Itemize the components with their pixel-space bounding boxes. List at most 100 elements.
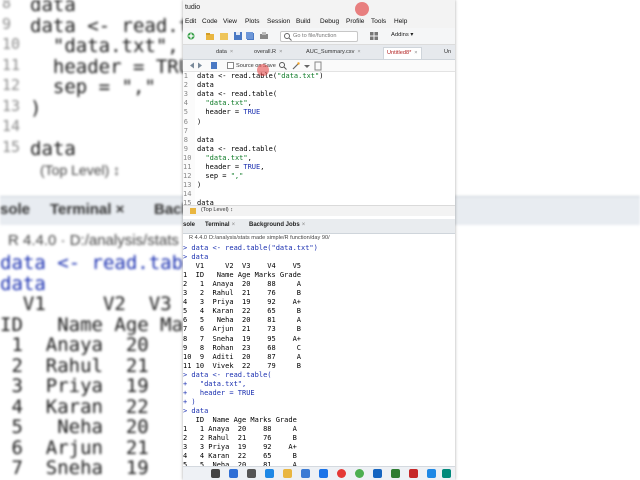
open-file-icon[interactable] — [219, 31, 229, 41]
taskbar-app-icon[interactable] — [301, 469, 310, 478]
menu-item-profile[interactable]: Profile — [346, 18, 364, 25]
taskbar-app-icon[interactable] — [337, 469, 346, 478]
console-line: 4 3 Priya 19 92 A+ — [183, 298, 302, 307]
console-tab[interactable]: Background Jobs × — [249, 222, 305, 228]
code-text: data — [197, 135, 214, 144]
code-text: "data.txt", — [205, 99, 252, 108]
search-replace-icon[interactable] — [278, 61, 288, 71]
dropdown-icon[interactable] — [303, 61, 311, 71]
console-line: + ) — [183, 397, 196, 406]
taskbar-app-icon[interactable] — [229, 469, 238, 478]
bg-code-line: data — [30, 137, 76, 160]
menu-item-tools[interactable]: Tools — [371, 18, 386, 25]
source-on-save-checkbox[interactable] — [227, 62, 234, 69]
save-icon[interactable] — [233, 31, 243, 41]
bg-line-number: 9 — [2, 14, 12, 33]
console-line: 1 ID Name Age Marks Grade — [183, 271, 302, 280]
bg-line-number: 14 — [2, 117, 21, 135]
console-line: ID Name Age Marks Grade — [183, 415, 297, 424]
taskbar-app-icon[interactable] — [247, 469, 256, 478]
window-title: tudio — [185, 4, 201, 11]
file-tab[interactable]: overall.R × — [251, 47, 286, 58]
working-directory[interactable]: D:/analysis/stats made simple/R function… — [209, 235, 330, 241]
code-editor[interactable]: 1 data <- read.table("data.txt") 2 data 3 dat… — [183, 72, 455, 207]
taskbar-app-icon[interactable] — [442, 469, 451, 478]
code-text: ) — [197, 181, 202, 190]
bg-console-line: data — [0, 272, 46, 295]
line-number: 5 — [183, 108, 188, 117]
console-line: 5 4 Karan 22 65 B — [183, 307, 302, 316]
r-console[interactable]: > data <- read.table("data.txt") > data V… — [183, 244, 455, 480]
r-version: R 4.4.0 — [189, 235, 208, 241]
console-tab[interactable]: sole — [183, 222, 195, 228]
bg-line-number: 12 — [2, 76, 21, 94]
editor-toolbar: Source on Save — [183, 60, 455, 72]
line-number: 13 — [183, 181, 192, 190]
menu-item-debug[interactable]: Debug — [320, 18, 339, 25]
new-file-icon[interactable] — [186, 31, 196, 41]
close-icon[interactable]: × — [357, 49, 360, 55]
line-number: 12 — [183, 172, 192, 181]
close-icon[interactable]: × — [230, 49, 233, 55]
open-project-icon[interactable] — [205, 31, 215, 41]
compile-report-icon[interactable] — [314, 61, 322, 71]
menu-item-session[interactable]: Session — [267, 18, 290, 25]
file-tab[interactable]: Un — [441, 47, 455, 58]
magic-wand-icon[interactable] — [291, 61, 301, 71]
console-path-bar: R 4.4.0 D:/analysis/stats made simple/R … — [183, 234, 455, 244]
close-icon[interactable]: × — [279, 49, 282, 55]
file-tab[interactable]: AUC_Summary.csv × — [303, 47, 364, 58]
menu-item-help[interactable]: Help — [394, 18, 407, 25]
taskbar-app-icon[interactable] — [265, 469, 274, 478]
menu-item-build[interactable]: Build — [296, 18, 310, 25]
scope-level[interactable]: (Top Level) ↕ — [201, 207, 233, 213]
close-icon[interactable]: × — [302, 222, 306, 228]
line-number: 11 — [183, 163, 192, 171]
file-tab-label: overall.R — [254, 49, 277, 55]
save-all-icon[interactable] — [245, 31, 255, 41]
goto-placeholder: Go to file/function — [293, 33, 337, 39]
menu-item-edit[interactable]: Edit — [185, 18, 196, 25]
close-icon[interactable]: × — [414, 50, 417, 56]
taskbar-app-icon[interactable] — [319, 469, 328, 478]
main-toolbar: Go to file/function Addins ▾ — [183, 28, 455, 45]
file-tab-label: data — [216, 49, 227, 55]
taskbar-app-icon[interactable] — [391, 469, 400, 478]
bg-console-path: R 4.4.0 · D:/analysis/stats — [8, 232, 179, 249]
code-text: ) — [197, 117, 202, 126]
menu-item-code[interactable]: Code — [202, 18, 218, 25]
file-tab[interactable]: data × — [213, 47, 237, 58]
taskbar-app-icon[interactable] — [373, 469, 382, 478]
console-line: 9 8 Rohan 23 68 C — [183, 343, 302, 352]
console-line: + "data.txt", — [183, 379, 247, 388]
bg-code-line: ) — [30, 96, 42, 119]
taskbar-app-icon[interactable] — [211, 469, 220, 478]
line-number: 14 — [183, 190, 192, 199]
console-tab-label: Terminal — [205, 222, 230, 228]
taskbar-app-icon[interactable] — [283, 469, 292, 478]
source-on-save-label: Source on Save — [236, 62, 276, 69]
console-line: 11 10 Vivek 22 79 B — [183, 361, 302, 370]
bg-console-tab: Terminal × — [50, 201, 125, 218]
console-line: 7 6 Arjun 21 73 B — [183, 325, 302, 334]
taskbar-app-icon[interactable] — [355, 469, 364, 478]
menu-item-view[interactable]: View — [223, 18, 237, 25]
goto-file-input[interactable]: Go to file/function — [280, 31, 358, 42]
code-text: data <- read.table( — [197, 90, 278, 99]
nav-arrows-icon[interactable] — [187, 60, 227, 71]
grid-icon[interactable] — [369, 31, 379, 41]
console-line: 10 9 Aditi 20 87 A — [183, 352, 302, 361]
close-icon[interactable]: × — [232, 222, 236, 228]
taskbar-app-icon[interactable] — [409, 469, 418, 478]
menu-item-plots[interactable]: Plots — [245, 18, 259, 25]
bg-code-line: "data.txt", — [30, 35, 179, 57]
mouse-cursor-highlight — [257, 64, 269, 76]
file-tab[interactable]: Untitled8* × — [383, 47, 422, 59]
taskbar-app-icon[interactable] — [427, 469, 436, 478]
bg-line-number: 8 — [2, 0, 12, 12]
print-icon[interactable] — [259, 31, 269, 41]
code-text: header = TRUE — [197, 108, 261, 117]
console-tab[interactable]: Terminal × — [205, 222, 235, 228]
addins-menu[interactable]: Addins ▾ — [391, 32, 413, 38]
console-line: 8 7 Sneha 19 95 A+ — [183, 334, 302, 343]
